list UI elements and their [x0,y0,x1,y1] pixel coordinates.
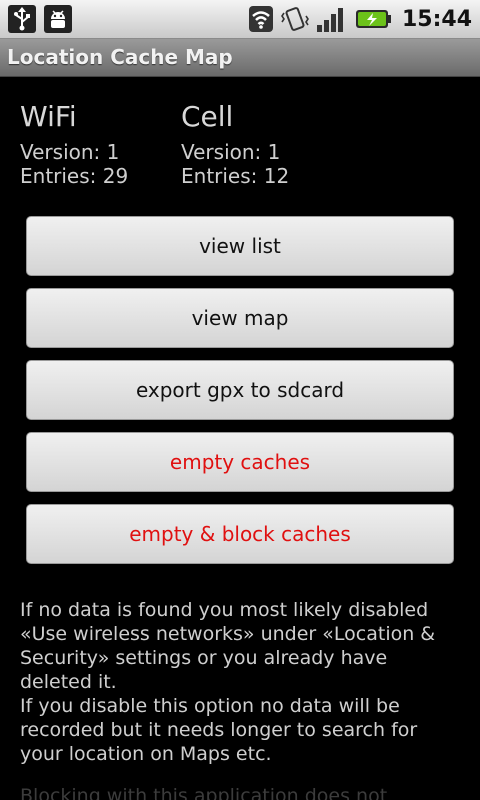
status-left-icons [8,5,72,33]
usb-icon [8,5,36,33]
wifi-version: Version: 1 [20,140,120,164]
info-paragraph-1: If no data is found you most likely disa… [20,599,436,693]
status-clock: 15:44 [401,6,472,32]
cell-heading: Cell [181,100,234,133]
app-title: Location Cache Map [7,45,233,69]
wifi-entries: Entries: 29 [20,164,129,188]
empty-caches-button[interactable]: empty caches [26,432,454,492]
signal-icon [316,8,343,32]
vibrate-icon [281,7,309,31]
cell-info: Cell Version: 1 Entries: 12 [181,100,289,188]
export-gpx-button[interactable]: export gpx to sdcard [26,360,454,420]
info-paragraph-3: Blocking with this application does not … [20,785,388,800]
screen: 15:44 Location Cache Map WiFi Version: 1… [0,0,480,800]
info-paragraph-2: If you disable this option no data will … [20,695,418,765]
battery-icon [355,10,391,28]
wifi-icon [248,6,273,32]
view-list-button[interactable]: view list [26,216,454,276]
wifi-info: WiFi Version: 1 Entries: 29 [20,100,128,188]
status-right-icons: 15:44 [248,4,472,34]
view-map-button[interactable]: view map [26,288,454,348]
android-debug-icon [44,5,72,33]
cell-entries: Entries: 12 [181,164,290,188]
status-bar: 15:44 [0,0,480,39]
wifi-heading: WiFi [20,100,77,133]
app-title-bar: Location Cache Map [0,39,480,77]
info-text: If no data is found you most likely disa… [20,598,460,800]
cell-version: Version: 1 [181,140,281,164]
empty-block-caches-button[interactable]: empty & block caches [26,504,454,564]
